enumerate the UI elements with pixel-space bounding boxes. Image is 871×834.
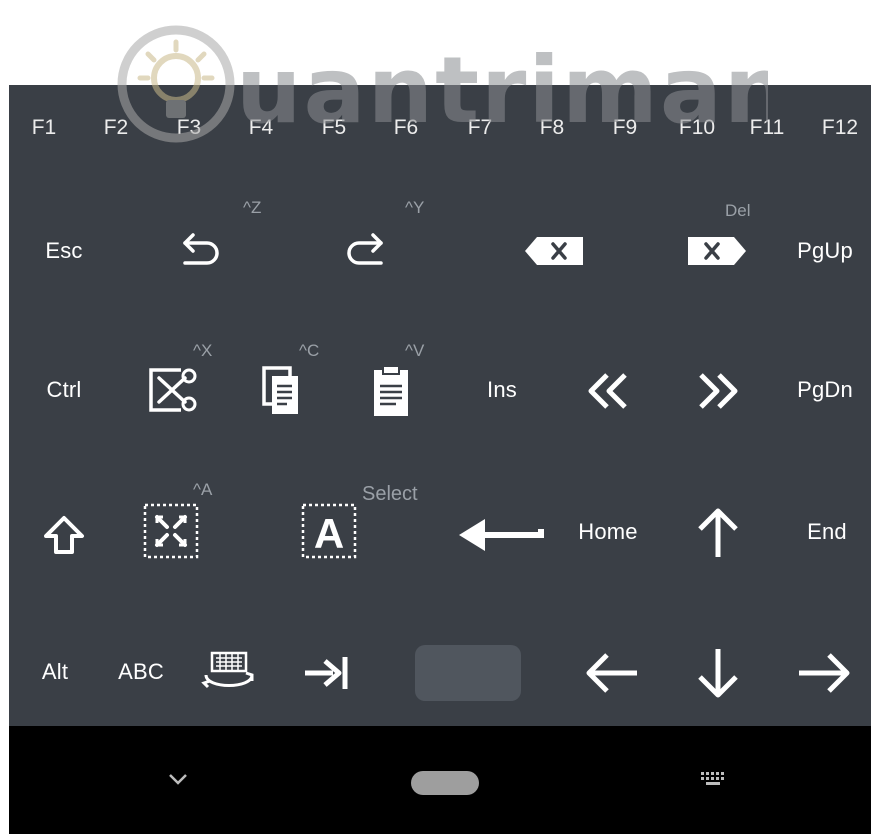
cut-icon: [141, 362, 201, 418]
shift-key[interactable]: [29, 505, 99, 565]
arrow-left-key[interactable]: [575, 641, 647, 705]
f5-key[interactable]: F5: [309, 113, 359, 143]
select-all-icon: [139, 499, 203, 563]
redo-key[interactable]: [327, 223, 407, 279]
extra-keys-keyboard: F1 F2 F3 F4 F5 F6 F7 F8 F9 F10 F11 F12 E…: [9, 85, 871, 726]
space-key[interactable]: [415, 645, 521, 701]
paste-shortcut-hint: ^V: [405, 341, 425, 360]
double-chevron-right-icon: [689, 369, 745, 413]
abc-key[interactable]: ABC: [107, 652, 175, 692]
select-text-icon: A: [297, 499, 361, 563]
keyboard-switch-key[interactable]: [193, 641, 265, 703]
copy-icon: [254, 362, 306, 418]
undo-key[interactable]: [159, 223, 239, 279]
arrow-down-key[interactable]: [685, 641, 751, 705]
pgdn-key[interactable]: PgDn: [785, 370, 865, 410]
arrow-right-icon: [795, 648, 855, 698]
navigation-bar: [9, 726, 871, 834]
undo-icon: [171, 227, 227, 275]
tab-key[interactable]: [291, 645, 361, 701]
delete-key[interactable]: [677, 225, 757, 277]
word-left-key[interactable]: [575, 361, 643, 421]
paste-icon: [364, 362, 416, 418]
nav-home-button[interactable]: [409, 770, 481, 796]
f10-key[interactable]: F10: [669, 113, 725, 143]
f6-key[interactable]: F6: [381, 113, 431, 143]
end-key[interactable]: End: [791, 512, 863, 552]
keyboard-icon: [699, 770, 727, 793]
delete-shortcut-hint: Del: [725, 201, 751, 220]
copy-key[interactable]: [245, 357, 315, 423]
select-all-shortcut-hint: ^A: [193, 480, 213, 499]
arrow-up-key[interactable]: [685, 501, 751, 565]
backspace-key[interactable]: [514, 225, 594, 277]
svg-text:A: A: [314, 510, 344, 557]
redo-icon: [339, 227, 395, 275]
alt-key[interactable]: Alt: [27, 652, 83, 692]
backspace-icon: [521, 233, 587, 269]
nav-keyboard-button[interactable]: [693, 766, 733, 796]
word-right-key[interactable]: [683, 361, 751, 421]
f9-key[interactable]: F9: [600, 113, 650, 143]
arrow-up-icon: [693, 505, 743, 561]
chevron-down-icon: [166, 771, 190, 792]
paste-key[interactable]: [355, 357, 425, 423]
arrow-right-key[interactable]: [789, 641, 861, 705]
f1-key[interactable]: F1: [19, 113, 69, 143]
cut-key[interactable]: [133, 357, 209, 423]
select-hint: Select: [362, 483, 418, 505]
enter-icon: [453, 511, 545, 555]
select-key[interactable]: A: [293, 495, 365, 567]
home-pill-icon: [411, 771, 479, 795]
double-chevron-left-icon: [581, 369, 637, 413]
arrow-left-icon: [581, 648, 641, 698]
select-all-key[interactable]: [135, 495, 207, 567]
cut-shortcut-hint: ^X: [193, 341, 213, 360]
pgup-key[interactable]: PgUp: [785, 231, 865, 271]
delete-forward-icon: [684, 233, 750, 269]
nav-back-button[interactable]: [155, 766, 201, 796]
arrow-down-icon: [693, 645, 743, 701]
ins-key[interactable]: Ins: [467, 370, 537, 410]
f8-key[interactable]: F8: [527, 113, 577, 143]
keyboard-switch-icon: [198, 647, 260, 697]
enter-key[interactable]: [453, 503, 545, 563]
copy-shortcut-hint: ^C: [299, 341, 320, 360]
undo-shortcut-hint: ^Z: [243, 198, 262, 217]
shift-icon: [41, 513, 87, 557]
f7-key[interactable]: F7: [455, 113, 505, 143]
redo-shortcut-hint: ^Y: [405, 198, 425, 217]
home-key[interactable]: Home: [565, 512, 651, 552]
f2-key[interactable]: F2: [91, 113, 141, 143]
tab-icon: [297, 651, 355, 695]
f11-key[interactable]: F11: [739, 113, 795, 143]
f12-key[interactable]: F12: [811, 113, 869, 143]
f3-key[interactable]: F3: [164, 113, 214, 143]
f4-key[interactable]: F4: [236, 113, 286, 143]
ctrl-key[interactable]: Ctrl: [29, 370, 99, 410]
esc-key[interactable]: Esc: [29, 231, 99, 271]
